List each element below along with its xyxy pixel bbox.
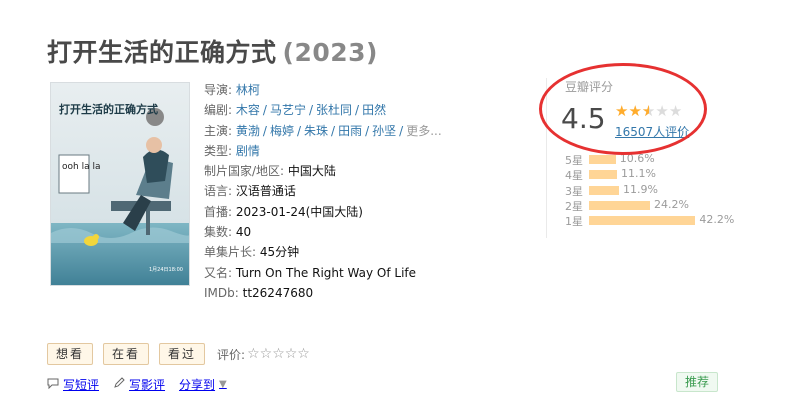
watched-button[interactable]: 看过 xyxy=(159,343,206,365)
episodes-value: 40 xyxy=(235,225,252,240)
language-label: 语言: xyxy=(204,184,233,199)
histogram-bar xyxy=(589,216,696,226)
info-cast: 主演: 黄渤 / 梅婷 / 朱珠 / 田雨 / 孙坚 / 更多... xyxy=(204,123,442,138)
share-label: 分享到 xyxy=(179,378,216,392)
poster-date-text: 1月24日18:00 xyxy=(149,267,183,273)
director-label: 导演: xyxy=(204,83,233,97)
histogram-label: 5星 xyxy=(565,154,583,167)
write-review-link[interactable]: 写影评 xyxy=(113,376,165,393)
cast-more-link[interactable]: 更多... xyxy=(406,124,441,138)
info-language: 语言: 汉语普通话 xyxy=(204,181,442,201)
recommend-button[interactable]: 推荐 xyxy=(676,372,719,392)
comment-icon xyxy=(47,378,59,392)
cast-link[interactable]: 孙坚 xyxy=(372,124,396,138)
watching-button[interactable]: 在看 xyxy=(103,343,150,365)
histogram-bar xyxy=(589,155,616,164)
imdb-label: IMDb: xyxy=(204,285,239,300)
aka-value: Turn On The Right Way Of Life xyxy=(235,265,417,280)
aka-label: 又名: xyxy=(204,265,233,280)
cast-link[interactable]: 黄渤 xyxy=(236,124,260,138)
director-link[interactable]: 林柯 xyxy=(236,83,260,97)
info-writer: 编剧: 木容 / 马艺宁 / 张杜同 / 田然 xyxy=(204,103,387,118)
language-value: 汉语普通话 xyxy=(235,184,296,199)
poster-title-text: 打开生活的正确方式 xyxy=(59,102,158,116)
histogram-label: 1星 xyxy=(565,215,583,229)
info-director: 导演: 林柯 xyxy=(204,80,442,100)
episodes-label: 集数: xyxy=(204,225,233,240)
histogram-pct: 11.1% xyxy=(620,167,656,181)
info-episodes: 集数: 40 xyxy=(204,222,442,242)
poster-image[interactable]: ooh la la 打开生活的正确方式 1月24日18:00 xyxy=(50,82,190,286)
movie-info: 导演: 林柯 编剧: 木容 / 马艺宁 / 张杜同 / 田然 主演: 黄渤 / 梅婷 / 朱珠 / 田雨… xyxy=(204,80,442,303)
histogram-label: 4星 xyxy=(565,169,583,183)
histogram-label: 2星 xyxy=(565,199,583,213)
histogram-pct: 42.2% xyxy=(699,213,735,227)
title-text: 打开生活的正确方式 xyxy=(47,38,277,67)
info-runtime: 单集片长: 45分钟 xyxy=(204,242,442,262)
info-imdb: IMDb: tt26247680 xyxy=(204,283,442,303)
histogram-bar xyxy=(589,185,619,195)
review-links: 写短评 写影评 分享到 ▼ xyxy=(47,376,241,393)
info-aka: 又名: Turn On The Right Way Of Life xyxy=(204,263,442,283)
premiere-value: 2023-01-24(中国大陆) xyxy=(235,204,363,219)
histogram-pct: 11.9% xyxy=(622,182,658,196)
info-country: 制片国家/地区: 中国大陆 xyxy=(204,161,442,181)
premiere-label: 首播: xyxy=(204,204,233,219)
writer-link[interactable]: 马艺宁 xyxy=(270,103,306,117)
histogram-bar xyxy=(589,200,650,210)
share-dropdown[interactable]: 分享到 ▼ xyxy=(179,376,227,393)
write-short-review-label: 写短评 xyxy=(63,378,100,392)
poster-illustration: ooh la la 打开生活的正确方式 1月24日18:00 xyxy=(51,83,189,285)
info-genre: 类型: 剧情 xyxy=(204,141,442,161)
imdb-value: tt26247680 xyxy=(242,285,314,300)
cast-link[interactable]: 田雨 xyxy=(338,124,362,138)
writer-label: 编剧: xyxy=(204,103,233,118)
genre-link[interactable]: 剧情 xyxy=(236,144,260,158)
info-premiere: 首播: 2023-01-24(中国大陆) xyxy=(204,202,442,222)
genre-label: 类型: xyxy=(204,143,233,158)
writer-link[interactable]: 田然 xyxy=(362,103,386,117)
cast-link[interactable]: 梅婷 xyxy=(270,124,294,138)
page-title: 打开生活的正确方式 (2023) xyxy=(47,33,378,69)
highlight-circle xyxy=(539,63,707,155)
rate-label: 评价: xyxy=(217,347,246,362)
cast-label: 主演: xyxy=(204,123,233,138)
runtime-value: 45分钟 xyxy=(259,245,300,260)
writer-link[interactable]: 张杜同 xyxy=(316,103,352,117)
pencil-icon xyxy=(113,377,125,392)
action-bar: 想看 在看 看过 评价: ☆☆☆☆☆ xyxy=(47,343,310,365)
poster-sign-text: ooh la la xyxy=(62,162,100,172)
title-year: (2023) xyxy=(282,38,378,67)
want-to-watch-button[interactable]: 想看 xyxy=(47,343,94,365)
write-review-label: 写影评 xyxy=(129,378,166,392)
histogram-bar xyxy=(589,170,617,180)
country-label: 制片国家/地区: xyxy=(204,164,285,179)
histogram-pct: 24.2% xyxy=(653,197,689,211)
writer-link[interactable]: 木容 xyxy=(236,103,260,117)
rate-stars-input[interactable]: ☆☆☆☆☆ xyxy=(247,346,310,362)
runtime-label: 单集片长: xyxy=(204,245,257,260)
country-value: 中国大陆 xyxy=(287,164,336,179)
histogram-label: 3星 xyxy=(565,184,583,198)
chevron-down-icon: ▼ xyxy=(219,379,227,390)
cast-link[interactable]: 朱珠 xyxy=(304,124,328,138)
write-short-review-link[interactable]: 写短评 xyxy=(47,376,99,393)
